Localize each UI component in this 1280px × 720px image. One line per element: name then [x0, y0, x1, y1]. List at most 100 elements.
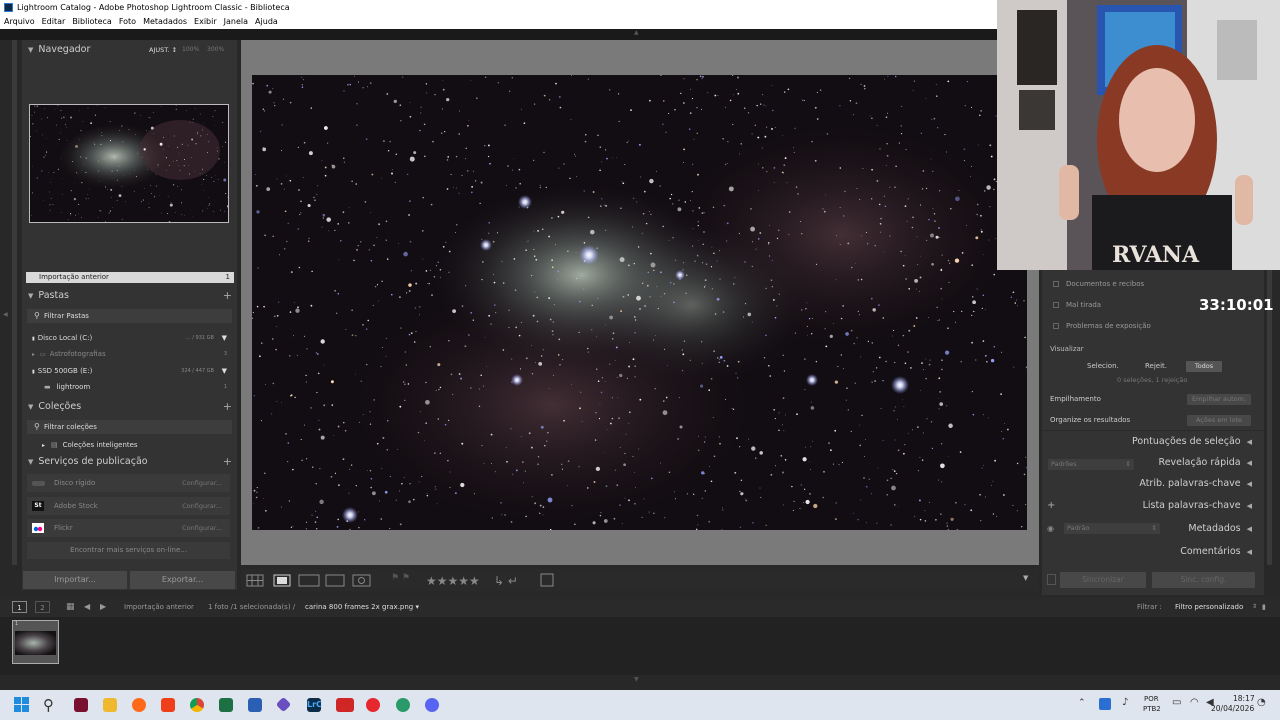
folder-disk-e[interactable]: ▮ SSD 500GB (E:) 324 / 447 GB ▼	[27, 364, 232, 379]
add-keyword-icon[interactable]: +	[1047, 500, 1055, 511]
filter-lock-icon[interactable]: ▮	[1262, 597, 1266, 617]
import-button[interactable]: Importar...	[23, 571, 127, 589]
filter-select[interactable]: Filtro personalizado	[1175, 597, 1243, 617]
excel-icon[interactable]	[219, 698, 233, 712]
crop-overlay-icon[interactable]	[541, 574, 553, 586]
forward-icon[interactable]: ▶	[100, 597, 106, 617]
rating-stars[interactable]	[426, 573, 486, 587]
chrome-icon[interactable]	[190, 698, 204, 712]
brave-icon[interactable]	[161, 698, 175, 712]
export-button[interactable]: Exportar...	[130, 571, 235, 589]
collections-header[interactable]: ▼ Coleções +	[22, 398, 237, 416]
survey-view-icon[interactable]	[326, 574, 344, 586]
zoom-fit[interactable]: AJUST. ↕	[149, 41, 177, 59]
lang-2[interactable]: PTB2	[1143, 705, 1161, 713]
menu-arquivo[interactable]: Arquivo	[4, 17, 35, 26]
rotate-icon[interactable]	[494, 573, 524, 587]
publish-flickr[interactable]: Flickr Configurar...	[27, 519, 230, 537]
add-publish-service-icon[interactable]: +	[223, 453, 232, 471]
quick-develop-panel[interactable]: Revelação rápida ◀	[1159, 457, 1252, 468]
menu-biblioteca[interactable]: Biblioteca	[72, 17, 112, 26]
previous-import-bar[interactable]: Importação anterior 1	[26, 272, 234, 283]
configure-adobe-stock[interactable]: Configurar...	[182, 497, 222, 515]
publish-services-header[interactable]: ▼ Serviços de publicação +	[22, 453, 237, 471]
zoom-300[interactable]: 300%	[207, 41, 224, 59]
find-more-services[interactable]: Encontrar mais serviços on-line...	[27, 542, 230, 559]
dropdown-icon[interactable]: ▼	[222, 364, 227, 379]
comments-panel[interactable]: Comentários ◀	[1180, 546, 1252, 557]
configure-flickr[interactable]: Configurar...	[182, 519, 222, 537]
menu-editar[interactable]: Editar	[42, 17, 66, 26]
sync-toggle[interactable]	[1047, 574, 1056, 585]
discord-icon[interactable]	[425, 698, 439, 712]
compare-view-icon[interactable]	[299, 574, 319, 586]
back-icon[interactable]: ◀	[84, 597, 90, 617]
folder-disk-c[interactable]: ▮ Disco Local (C:)... / 931 GB ▼	[27, 331, 232, 346]
folders-header[interactable]: ▼ Pastas +	[22, 287, 237, 305]
file-explorer-icon[interactable]	[103, 698, 117, 712]
metadata-panel[interactable]: Metadados ◀	[1188, 523, 1252, 534]
obs-icon[interactable]	[74, 698, 88, 712]
folder-astrofotografias[interactable]: ▸ ▭ Astrofotografias 3	[27, 347, 232, 362]
filter-dropdown-icon[interactable]: ⇕	[1252, 597, 1257, 617]
app-icon[interactable]	[275, 696, 292, 713]
keyword-item-exposure[interactable]: Problemas de exposição	[1053, 322, 1151, 330]
toolbar-menu-icon[interactable]: ▼	[1023, 574, 1028, 582]
menu-janela[interactable]: Janela	[224, 17, 248, 26]
grid-view-icon[interactable]	[247, 574, 263, 586]
smart-collections[interactable]: ▸ ▤ Coleções inteligentes	[27, 438, 232, 453]
search-icon[interactable]: ⚲	[43, 696, 54, 714]
keyword-item-docs[interactable]: Documentos e recibos	[1053, 280, 1144, 288]
menu-metadados[interactable]: Metadados	[143, 17, 187, 26]
network-tray-icon[interactable]	[1099, 698, 1111, 710]
publish-adobe-stock[interactable]: St Adobe Stock Configurar...	[27, 497, 230, 515]
media-player-icon[interactable]	[366, 698, 380, 712]
publish-hard-drive[interactable]: Disco rígido Configurar...	[27, 474, 230, 492]
batch-actions-button[interactable]: Ações em lote	[1187, 415, 1251, 426]
auto-stack-button[interactable]: Empilhar autom.	[1187, 394, 1251, 405]
tray-chevron-icon[interactable]: ⌃	[1078, 698, 1086, 708]
source-label[interactable]: Importação anterior	[124, 597, 194, 617]
pick-scores-panel[interactable]: Pontuações de seleção ◀	[1132, 436, 1252, 447]
add-collection-icon[interactable]: +	[223, 398, 232, 416]
lang-1[interactable]: POR	[1144, 695, 1159, 703]
grid-icon[interactable]: ▦	[66, 597, 75, 617]
keyword-item-bad[interactable]: Mal tirada	[1053, 301, 1101, 309]
navigator-header[interactable]: ▼ Navegador AJUST. ↕ 100% 300%	[22, 41, 237, 59]
right-panel-edge[interactable]	[1267, 270, 1272, 565]
windows-start-icon[interactable]	[14, 697, 30, 713]
add-folder-icon[interactable]: +	[223, 287, 232, 305]
netflix-icon[interactable]	[336, 698, 354, 712]
menu-ajuda[interactable]: Ajuda	[255, 17, 278, 26]
filter-folders-input[interactable]: ⚲ Filtrar Pastas	[27, 309, 232, 323]
left-panel-edge[interactable]	[12, 40, 17, 565]
view-rejected[interactable]: Rejeit.	[1145, 362, 1167, 370]
keyword-list-panel[interactable]: Lista palavras-chave ◀	[1143, 500, 1252, 511]
flag-icon[interactable]: ⚑ ⚑	[391, 573, 410, 583]
word-icon[interactable]	[248, 698, 262, 712]
wifi-icon[interactable]: ◠	[1190, 697, 1199, 708]
checkbox[interactable]	[1053, 302, 1059, 308]
menu-exibir[interactable]: Exibir	[194, 17, 217, 26]
keywording-panel[interactable]: Atrib. palavras-chave ◀	[1139, 478, 1252, 489]
people-view-icon[interactable]	[353, 574, 370, 586]
configure-hard-drive[interactable]: Configurar...	[182, 474, 222, 492]
view-picked[interactable]: Selecion.	[1087, 362, 1119, 370]
zoom-100[interactable]: 100%	[182, 41, 199, 59]
filmstrip-thumbnail[interactable]: 1	[12, 620, 59, 664]
monitor-icon[interactable]: ▭	[1172, 697, 1181, 708]
mic-icon[interactable]: ♪	[1122, 697, 1128, 708]
metadata-preset-select[interactable]: Padrão ⇕	[1064, 523, 1160, 534]
folder-lightroom[interactable]: ▬ lightroom 1	[27, 380, 232, 395]
checkbox[interactable]	[1053, 281, 1059, 287]
sync-settings-button[interactable]: Sinc. config.	[1152, 572, 1255, 588]
clock-time[interactable]: 18:17	[1233, 694, 1255, 703]
page-2-button[interactable]: 2	[35, 601, 50, 613]
view-all[interactable]: Todos	[1186, 361, 1222, 372]
collapse-top-icon[interactable]: ▲	[634, 29, 639, 36]
sync-button[interactable]: Sincronizar	[1060, 572, 1146, 588]
left-panel-toggle[interactable]: ◀	[3, 311, 8, 318]
expand-bottom-icon[interactable]: ▼	[634, 676, 639, 683]
page-1-button[interactable]: 1	[12, 601, 27, 613]
loupe-view-icon[interactable]	[274, 574, 290, 586]
